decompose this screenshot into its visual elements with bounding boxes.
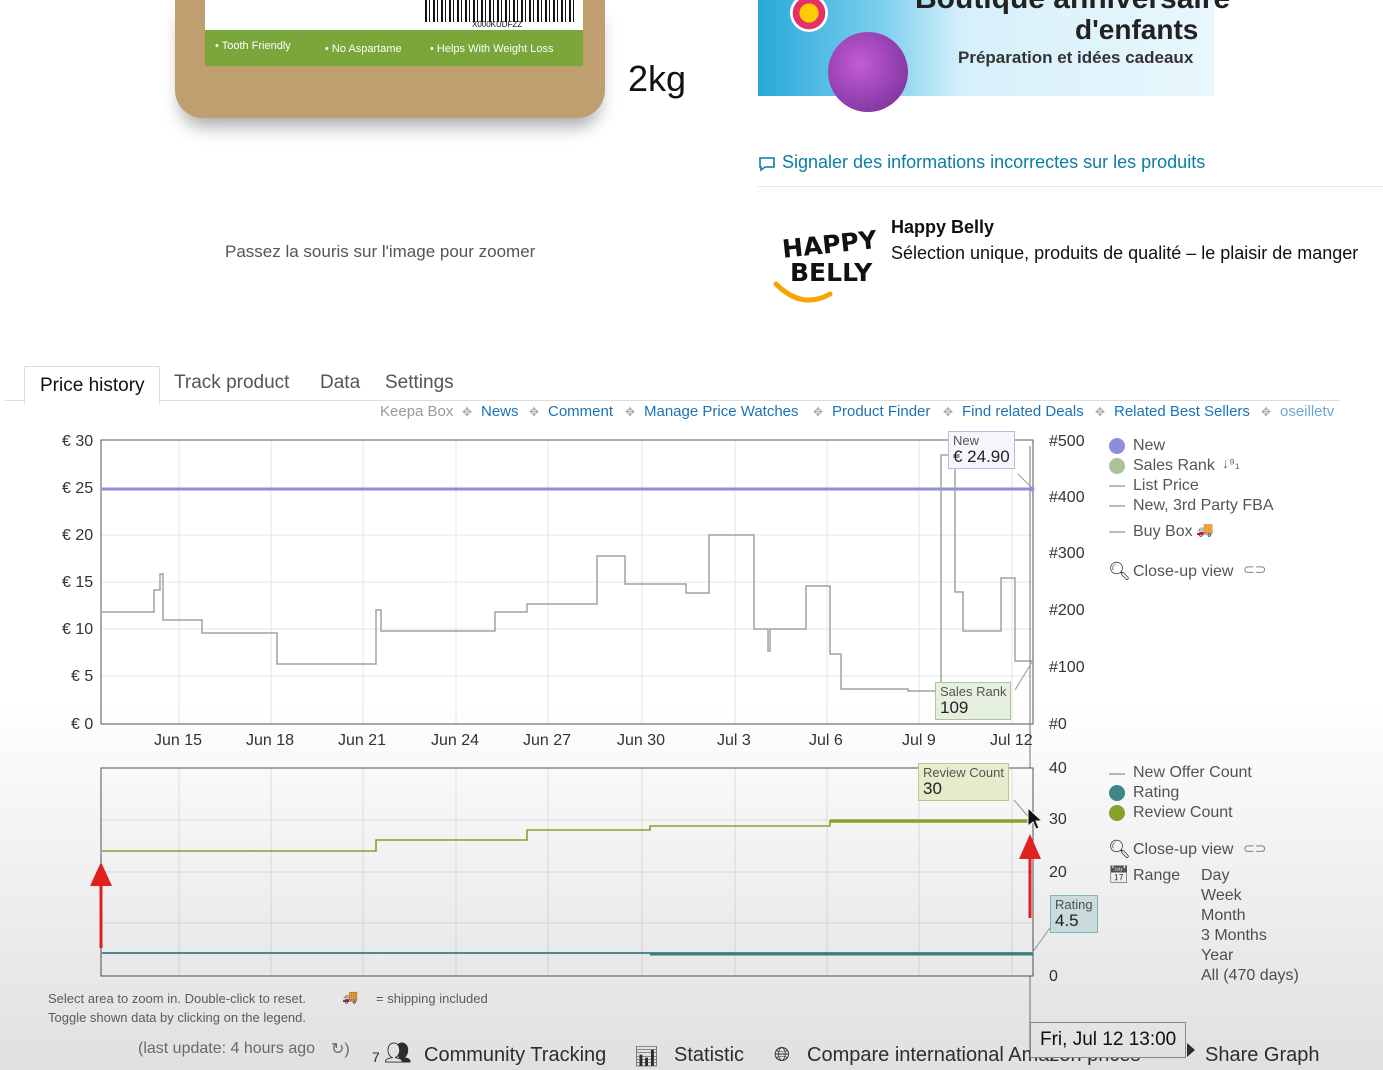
new-point-marker bbox=[1029, 486, 1035, 492]
bar-chart-icon: 📊︎ bbox=[634, 1046, 660, 1068]
legend-rating-dot[interactable] bbox=[1109, 785, 1125, 801]
date-axis-label: Jun 21 bbox=[338, 732, 387, 749]
count-axis-label: 40 bbox=[1049, 760, 1067, 777]
toggle-icon[interactable]: ⊂⊃ bbox=[1243, 840, 1266, 857]
date-axis-label: Jun 15 bbox=[154, 732, 203, 749]
range-day[interactable]: Day bbox=[1201, 867, 1229, 885]
magnifier-icon: 🔍︎ bbox=[1108, 561, 1131, 581]
price-axis-label: € 20 bbox=[62, 527, 94, 544]
rank-axis-label: #200 bbox=[1049, 602, 1085, 619]
new-price-tooltip: New € 24.90 bbox=[948, 431, 1015, 469]
tooltip-value: 30 bbox=[923, 779, 942, 798]
legend-buy-box-line bbox=[1109, 531, 1125, 533]
community-tracking-link[interactable]: Community Tracking bbox=[424, 1044, 606, 1067]
magnifier-icon: 🔍︎ bbox=[1108, 839, 1131, 859]
truck-icon: 🚚 bbox=[342, 989, 359, 1004]
review-count-tooltip: Review Count 30 bbox=[918, 763, 1009, 801]
legend-rating[interactable]: Rating bbox=[1133, 784, 1179, 802]
rank-axis-label: #500 bbox=[1049, 433, 1085, 450]
legend-review-count[interactable]: Review Count bbox=[1133, 804, 1233, 822]
tooltip-value: 109 bbox=[940, 698, 969, 717]
range-label: Range bbox=[1133, 867, 1181, 884]
lower-plot[interactable] bbox=[100, 767, 1034, 977]
price-axis-label: € 0 bbox=[71, 716, 94, 733]
price-axis-label: € 30 bbox=[62, 433, 94, 450]
legend-list-price-line bbox=[1109, 485, 1125, 487]
closeup-view-toggle-lower[interactable]: Close-up view bbox=[1133, 841, 1233, 859]
range-all[interactable]: All (470 days) bbox=[1201, 967, 1299, 985]
legend-sales-rank-dot[interactable] bbox=[1109, 458, 1125, 474]
tracking-count: 7 bbox=[372, 1049, 380, 1065]
price-axis-label: € 5 bbox=[71, 668, 94, 685]
share-graph-link[interactable]: Share Graph bbox=[1205, 1044, 1320, 1067]
count-axis-label: 20 bbox=[1049, 864, 1067, 881]
legend-sales-rank[interactable]: Sales Rank bbox=[1133, 457, 1215, 475]
tooltip-label: Sales Rank bbox=[940, 684, 1007, 699]
count-axis-label: 30 bbox=[1049, 811, 1067, 828]
share-arrow-icon bbox=[1187, 1043, 1195, 1057]
truck-icon: 🚚 bbox=[1196, 521, 1214, 537]
price-axis-label: € 10 bbox=[62, 621, 94, 638]
tooltip-value: 4.5 bbox=[1055, 911, 1079, 930]
date-axis-label: Jul 9 bbox=[902, 732, 936, 749]
date-axis-label: Jun 30 bbox=[617, 732, 666, 749]
rating-tooltip: Rating 4.5 bbox=[1050, 895, 1098, 933]
legend-review-count-dot[interactable] bbox=[1109, 805, 1125, 821]
legend-list-price[interactable]: List Price bbox=[1133, 477, 1199, 495]
legend-new-offer-count[interactable]: New Offer Count bbox=[1133, 764, 1252, 782]
tooltip-label: Review Count bbox=[923, 765, 1004, 780]
closeup-view-toggle[interactable]: Close-up view bbox=[1133, 563, 1233, 581]
range-3-months[interactable]: 3 Months bbox=[1201, 927, 1267, 945]
date-axis-label: Jul 12 bbox=[990, 732, 1033, 749]
date-tooltip: Fri, Jul 12 13:00 bbox=[1030, 1022, 1187, 1058]
legend-instructions: Toggle shown data by clicking on the leg… bbox=[48, 1010, 307, 1025]
calendar-icon: 📅︎ bbox=[1108, 865, 1130, 884]
toggle-icon[interactable]: ⊂⊃ bbox=[1243, 561, 1266, 578]
rank-axis-label: #300 bbox=[1049, 545, 1085, 562]
legend-new-3rd-party-fba[interactable]: New, 3rd Party FBA bbox=[1133, 497, 1274, 515]
sort-icon[interactable]: ↓⁹₁ bbox=[1222, 455, 1240, 471]
tooltip-label: Rating bbox=[1055, 897, 1093, 912]
count-axis-label: 0 bbox=[1049, 968, 1058, 985]
globe-icon: 🌐︎ bbox=[774, 1044, 790, 1066]
zoom-instructions: Select area to zoom in. Double-click to … bbox=[48, 991, 306, 1006]
rank-axis-label: #0 bbox=[1049, 716, 1067, 733]
shipping-note: = shipping included bbox=[376, 991, 488, 1006]
legend-buy-box[interactable]: Buy Box bbox=[1133, 523, 1193, 541]
last-update: (last update: 4 hours ago bbox=[138, 1040, 316, 1057]
statistic-link[interactable]: Statistic bbox=[674, 1044, 744, 1067]
date-axis-label: Jun 18 bbox=[246, 732, 295, 749]
sales-rank-tooltip: Sales Rank 109 bbox=[935, 682, 1012, 720]
rank-axis-label: #100 bbox=[1049, 659, 1085, 676]
tooltip-value: € 24.90 bbox=[953, 447, 1010, 466]
range-week[interactable]: Week bbox=[1201, 887, 1242, 905]
rank-axis-label: #400 bbox=[1049, 489, 1085, 506]
users-icon: 👥︎ bbox=[384, 1040, 412, 1065]
legend-offer-count-line bbox=[1109, 773, 1125, 775]
date-axis-label: Jul 6 bbox=[809, 732, 843, 749]
refresh-icon[interactable]: ↻) bbox=[331, 1039, 350, 1059]
range-year[interactable]: Year bbox=[1201, 947, 1233, 965]
date-axis-label: Jun 24 bbox=[431, 732, 480, 749]
price-axis-label: € 15 bbox=[62, 574, 94, 591]
price-axis-label: € 25 bbox=[62, 480, 94, 497]
legend-new-dot[interactable] bbox=[1109, 438, 1125, 454]
date-axis-label: Jul 3 bbox=[717, 732, 751, 749]
legend-new[interactable]: New bbox=[1133, 437, 1165, 455]
date-axis-label: Jun 27 bbox=[523, 732, 572, 749]
range-month[interactable]: Month bbox=[1201, 907, 1245, 925]
legend-fba-line bbox=[1109, 505, 1125, 507]
tooltip-label: New bbox=[953, 433, 980, 448]
